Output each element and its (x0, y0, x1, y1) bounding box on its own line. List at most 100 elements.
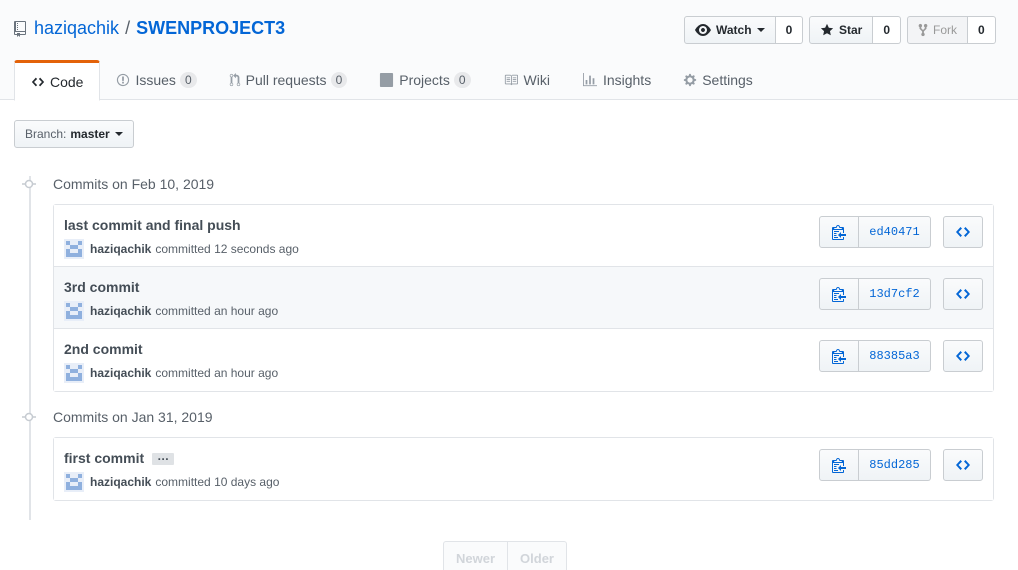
fork-label: Fork (933, 23, 957, 37)
repo-name-link[interactable]: SWENPROJECT3 (136, 18, 285, 39)
repo-separator: / (125, 18, 131, 38)
watch-button[interactable]: Watch (684, 16, 776, 44)
sha-group: 85dd285 (819, 449, 931, 481)
tab-code-label: Code (50, 73, 84, 90)
commit-row: 2nd commit haziqachik committed an hour … (54, 329, 993, 391)
clipboard-icon (832, 458, 846, 473)
star-count[interactable]: 0 (873, 16, 902, 44)
sha-group: ed40471 (819, 216, 931, 248)
book-icon (504, 74, 518, 86)
code-icon (956, 289, 970, 299)
issues-counter: 0 (179, 72, 197, 88)
commit-action: committed (155, 475, 211, 489)
commit-meta: haziqachik committed 12 seconds ago (64, 239, 299, 259)
fork-count[interactable]: 0 (968, 16, 996, 44)
copy-sha-button[interactable] (819, 216, 859, 248)
avatar[interactable] (64, 239, 84, 259)
fork-icon (918, 23, 928, 37)
commit-author[interactable]: haziqachik (90, 304, 151, 318)
commit-author[interactable]: haziqachik (90, 366, 151, 380)
clipboard-icon (832, 287, 846, 302)
fork-button[interactable]: Fork (907, 16, 968, 44)
eye-icon (695, 24, 711, 36)
copy-sha-button[interactable] (819, 340, 859, 372)
tab-wiki[interactable]: Wiki (487, 60, 566, 100)
repo-icon (14, 20, 26, 37)
newer-button[interactable]: Newer (443, 541, 509, 570)
avatar[interactable] (64, 472, 84, 492)
commit-title-link[interactable]: 2nd commit (64, 341, 143, 357)
commit-group-heading: Commits on Jan 31, 2019 (22, 409, 213, 425)
copy-sha-button[interactable] (819, 278, 859, 310)
avatar[interactable] (64, 363, 84, 383)
browse-repo-button[interactable] (943, 449, 983, 481)
tab-issues-label: Issues (135, 72, 176, 88)
commit-action: committed (155, 242, 211, 256)
fork-group: Fork 0 (907, 16, 996, 44)
star-button[interactable]: Star (809, 16, 874, 44)
clipboard-icon (832, 349, 846, 364)
tab-pull-requests[interactable]: Pull requests 0 (213, 60, 364, 100)
code-icon (956, 351, 970, 361)
commit-group-date: Commits on Jan 31, 2019 (53, 409, 213, 425)
commit-time: an hour ago (214, 304, 279, 318)
projects-counter: 0 (453, 72, 471, 88)
star-icon (820, 23, 834, 36)
tab-insights-label: Insights (602, 72, 652, 88)
commit-title-link[interactable]: first commit (64, 450, 144, 466)
commit-title-link[interactable]: last commit and final push (64, 217, 241, 233)
watch-group: Watch 0 (684, 16, 804, 44)
copy-sha-button[interactable] (819, 449, 859, 481)
commit-action: committed (155, 366, 211, 380)
commit-group-date: Commits on Feb 10, 2019 (53, 176, 215, 192)
tab-settings[interactable]: Settings (667, 60, 769, 100)
tab-insights[interactable]: Insights (566, 60, 667, 100)
commit-node-icon (22, 179, 36, 189)
tab-settings-label: Settings (702, 72, 753, 88)
commit-title-link[interactable]: 3rd commit (64, 279, 139, 295)
browse-repo-button[interactable] (943, 340, 983, 372)
commit-list: last commit and final push haziqachik co… (53, 204, 994, 392)
commit-sha-link[interactable]: 85dd285 (859, 449, 931, 481)
tab-projects[interactable]: Projects 0 (363, 60, 486, 100)
older-button[interactable]: Older (508, 541, 567, 570)
commit-time: 12 seconds ago (214, 242, 299, 256)
repo-owner-link[interactable]: haziqachik (34, 18, 119, 39)
commit-time: an hour ago (214, 366, 279, 380)
tab-issues[interactable]: Issues 0 (100, 60, 212, 100)
tab-projects-label: Projects (399, 72, 450, 88)
watch-label: Watch (716, 23, 752, 37)
branch-select-button[interactable]: Branch: master (14, 120, 134, 148)
pull-request-icon (229, 73, 240, 87)
tab-pull-requests-label: Pull requests (245, 72, 327, 88)
pull-requests-counter: 0 (330, 72, 348, 88)
branch-value: master (70, 127, 110, 141)
star-label: Star (839, 23, 863, 37)
commit-time: 10 days ago (214, 475, 280, 489)
star-group: Star 0 (809, 16, 902, 44)
commit-author[interactable]: haziqachik (90, 242, 151, 256)
repo-nav-tabs: Code Issues 0 Pull requests 0 Projects 0… (14, 60, 769, 101)
sha-group: 88385a3 (819, 340, 931, 372)
commit-sha-link[interactable]: 88385a3 (859, 340, 931, 372)
watch-count[interactable]: 0 (775, 16, 804, 44)
expand-message-button[interactable]: … (152, 450, 175, 466)
branch-label: Branch: (25, 127, 67, 141)
repo-header: haziqachik / SWENPROJECT3 Watch 0 Star 0… (0, 0, 1018, 101)
commit-action: committed (155, 304, 211, 318)
commit-node-icon (22, 412, 36, 422)
avatar[interactable] (64, 301, 84, 321)
commit-sha-link[interactable]: 13d7cf2 (859, 278, 931, 310)
chevron-down-icon (114, 132, 123, 136)
commit-title-wrap: first commit … (64, 450, 175, 466)
sha-group: 13d7cf2 (819, 278, 931, 310)
tab-code[interactable]: Code (14, 60, 101, 101)
commit-list: first commit … haziqachik committed 10 da… (53, 437, 994, 501)
commit-sha-link[interactable]: ed40471 (859, 216, 931, 248)
browse-repo-button[interactable] (943, 216, 983, 248)
browse-repo-button[interactable] (943, 278, 983, 310)
commit-author[interactable]: haziqachik (90, 475, 151, 489)
gear-icon (684, 73, 697, 87)
commit-meta: haziqachik committed an hour ago (64, 363, 278, 383)
chevron-down-icon (756, 28, 765, 32)
